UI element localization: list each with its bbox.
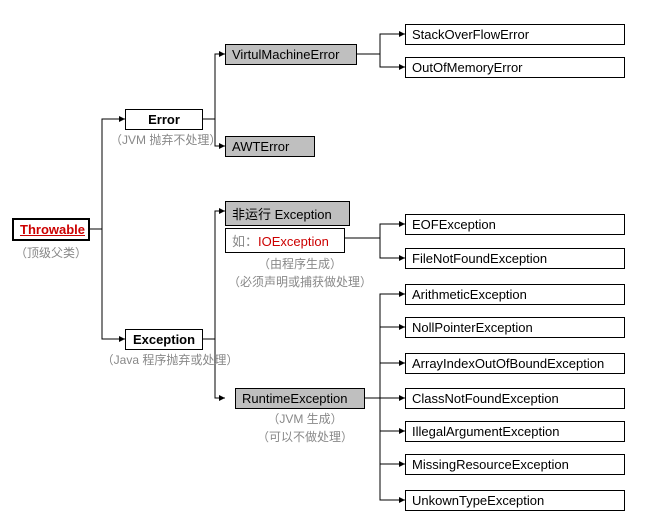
caption-checked-1: （由程序生成）	[240, 255, 360, 272]
node-arrayindexoutofboundexception: ArrayIndexOutOfBoundException	[405, 353, 625, 374]
node-throwable: Throwable	[12, 218, 90, 241]
node-eofexception: EOFException	[405, 214, 625, 235]
node-runtimeexception: RuntimeException	[235, 388, 365, 409]
node-exception: Exception	[125, 329, 203, 350]
caption-error: （JVM 抛弃不处理）	[110, 131, 220, 148]
node-unkowntypeexception: UnkownTypeException	[405, 490, 625, 511]
caption-checked-2: （必须声明或捕获做处理）	[220, 273, 380, 290]
caption-exception: （Java 程序抛弃或处理）	[100, 351, 240, 368]
node-virtualmachineerror: VirtulMachineError	[225, 44, 357, 65]
node-nollpointerexception: NollPointerException	[405, 317, 625, 338]
node-stackoverflowerror: StackOverFlowError	[405, 24, 625, 45]
node-arithmeticexception: ArithmeticException	[405, 284, 625, 305]
node-outofmemoryerror: OutOfMemoryError	[405, 57, 625, 78]
node-awterror: AWTError	[225, 136, 315, 157]
node-checked-exception: 非运行 Exception	[225, 201, 350, 226]
io-prefix: 如：	[232, 234, 258, 249]
caption-throwable: （顶级父类）	[12, 244, 90, 261]
io-name: IOException	[258, 234, 329, 249]
node-error: Error	[125, 109, 203, 130]
node-ioexception-example: 如：IOException	[225, 228, 345, 253]
node-classnotfoundexception: ClassNotFoundException	[405, 388, 625, 409]
node-filenotfoundexception: FileNotFoundException	[405, 248, 625, 269]
caption-runtime-2: （可以不做处理）	[250, 428, 360, 445]
node-missingresourceexception: MissingResourceException	[405, 454, 625, 475]
node-illegalargumentexception: IllegalArgumentException	[405, 421, 625, 442]
caption-runtime-1: （JVM 生成）	[250, 410, 360, 427]
